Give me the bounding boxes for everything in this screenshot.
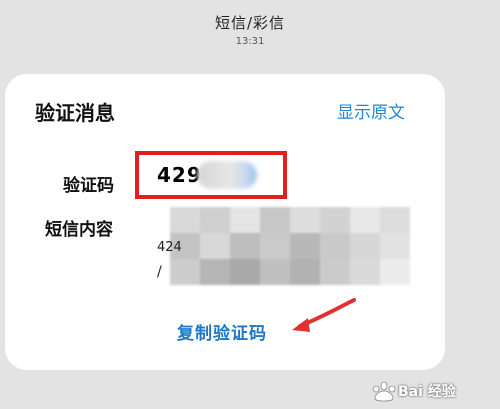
page-title: 短信/彩信 (214, 14, 286, 32)
verification-code-value: 429 (157, 163, 202, 187)
sms-content-fragment: 424 (157, 240, 182, 255)
verification-card: 验证消息 显示原文 验证码 429 短信内容 424 / 复制验证码 (5, 74, 445, 370)
sms-content-label: 短信内容 (45, 220, 113, 240)
annotation-arrow-icon (292, 298, 356, 332)
watermark-text: Bai 经验 (398, 384, 456, 400)
verification-code-label: 验证码 (63, 176, 114, 196)
copy-code-button[interactable]: 复制验证码 (177, 319, 267, 344)
show-original-button[interactable]: 显示原文 (337, 98, 405, 123)
card-title: 验证消息 (35, 101, 115, 125)
sms-content-mosaic (170, 207, 410, 285)
message-timestamp: 13:31 (235, 36, 265, 47)
verification-code-highlight: 429 (135, 151, 287, 199)
verification-code-blur (197, 161, 257, 189)
sms-content-fragment-2: / (157, 264, 162, 280)
